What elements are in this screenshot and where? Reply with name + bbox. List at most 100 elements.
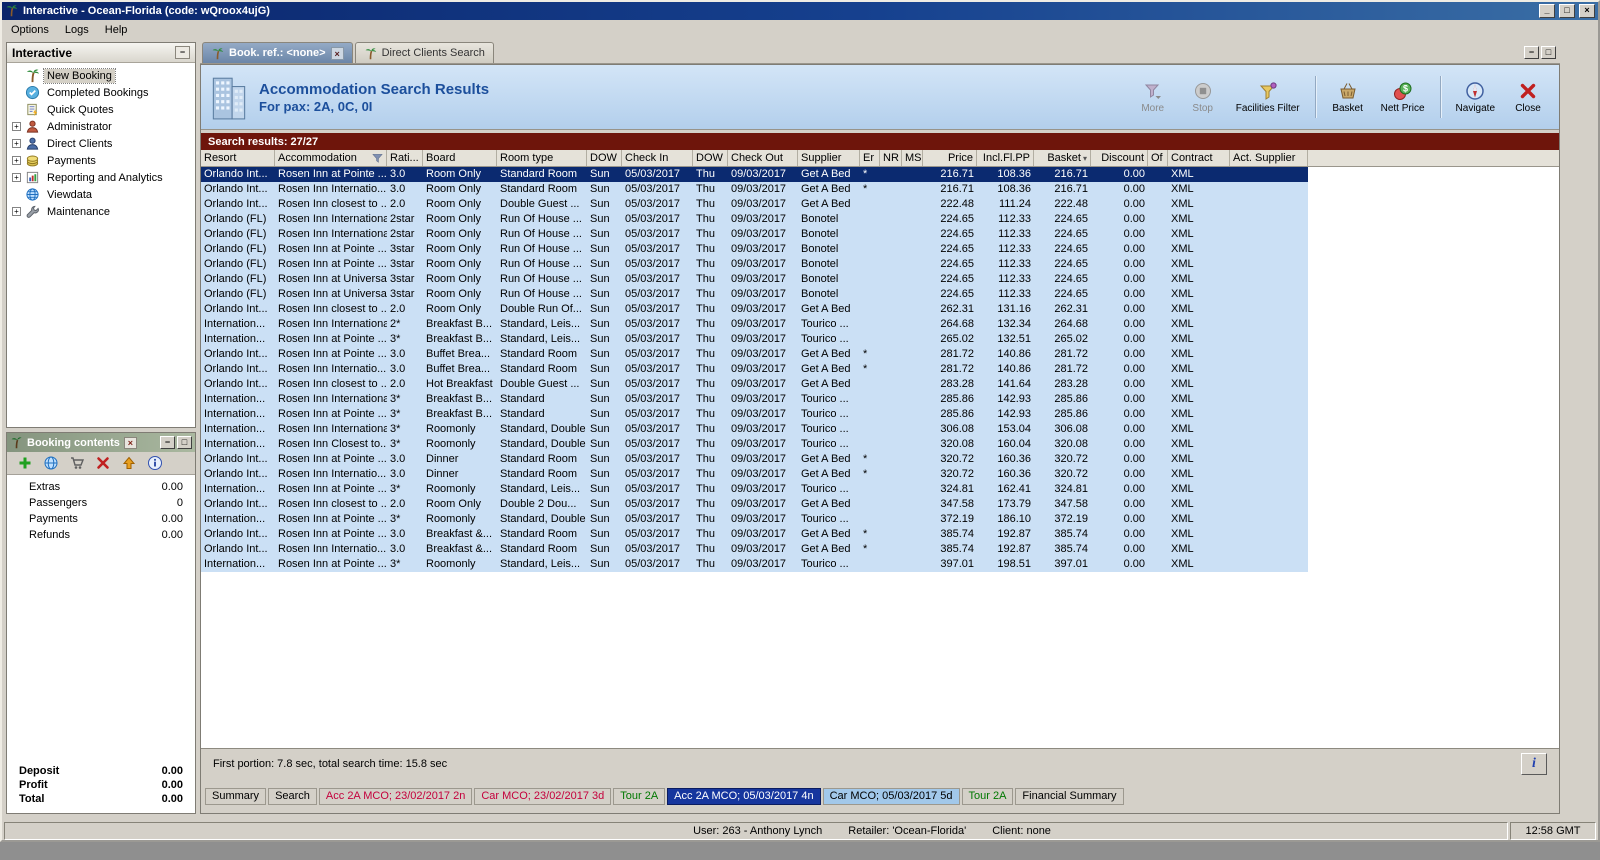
table-row[interactable]: Internation... Rosen Inn at Pointe ... 3* R… (201, 557, 1308, 572)
navigate-button[interactable]: Navigate (1452, 79, 1499, 116)
sidebar-item-reporting-and-analytics[interactable]: + Reporting and Analytics (7, 169, 195, 186)
menu-help[interactable]: Help (97, 21, 136, 39)
sidebar-item-direct-clients[interactable]: + Direct Clients (7, 135, 195, 152)
column-header-dow[interactable]: DOW (587, 150, 622, 166)
column-header-check-in[interactable]: Check In (622, 150, 693, 166)
add-icon[interactable] (17, 455, 33, 471)
table-row[interactable]: Orlando (FL) Rosen Inn at Pointe ... 3star… (201, 242, 1308, 257)
table-row[interactable]: Internation... Rosen Inn at Pointe ... 3* B… (201, 407, 1308, 422)
facilities-filter-button[interactable]: Facilities Filter (1232, 79, 1304, 116)
table-row[interactable]: Orlando Int... Rosen Inn closest to ... 2.… (201, 197, 1308, 212)
column-header-of[interactable]: Of (1148, 150, 1168, 166)
column-header-board[interactable]: Board (423, 150, 497, 166)
interactive-panel-header: Interactive − (7, 43, 195, 63)
close-button[interactable]: Close (1507, 79, 1549, 116)
world-icon[interactable] (43, 455, 59, 471)
column-header-act-supplier[interactable]: Act. Supplier (1230, 150, 1308, 166)
table-row[interactable]: Orlando (FL) Rosen Inn at Universal 3star R… (201, 287, 1308, 302)
small-info-icon[interactable] (147, 455, 163, 471)
collapse-panel-icon[interactable]: − (175, 46, 190, 59)
table-row[interactable]: Orlando Int... Rosen Inn Internatio... 3.0… (201, 467, 1308, 482)
column-header-resort[interactable]: Resort (201, 150, 275, 166)
table-row[interactable]: Internation... Rosen Inn at Pointe ... 3* B… (201, 332, 1308, 347)
column-header-contract[interactable]: Contract (1168, 150, 1230, 166)
table-row[interactable]: Orlando Int... Rosen Inn at Pointe ... 3.0… (201, 167, 1308, 182)
table-row[interactable]: Internation... Rosen Inn at Pointe ... 3* R… (201, 482, 1308, 497)
results-bar: Search results: 27/27 (201, 133, 1559, 150)
column-header-supplier[interactable]: Supplier (798, 150, 860, 166)
table-row[interactable]: Orlando Int... Rosen Inn at Pointe ... 3.0… (201, 347, 1308, 362)
column-header-room-type[interactable]: Room type (497, 150, 587, 166)
expand-icon[interactable]: + (12, 156, 21, 165)
table-row[interactable]: Orlando Int... Rosen Inn closest to ... 2.… (201, 497, 1308, 512)
sidebar-item-quick-quotes[interactable]: Quick Quotes (7, 101, 195, 118)
column-header-price[interactable]: Price (923, 150, 977, 166)
tab-book-ref-none[interactable]: Book. ref.: <none> × (202, 42, 353, 63)
close-booking-panel-icon[interactable]: × (123, 436, 137, 449)
subtab-car-mco-05-03-2017-5d[interactable]: Car MCO; 05/03/2017 5d (822, 788, 960, 805)
delete-icon[interactable] (95, 455, 111, 471)
column-header-er[interactable]: Er (860, 150, 880, 166)
column-header-ms[interactable]: MS (902, 150, 923, 166)
expand-icon[interactable]: + (12, 139, 21, 148)
table-row[interactable]: Orlando Int... Rosen Inn Internatio... 3.0… (201, 542, 1308, 557)
nett-price-button[interactable]: $ Nett Price (1377, 79, 1429, 116)
maximize-icon[interactable]: □ (1559, 4, 1575, 18)
sidebar-item-completed-bookings[interactable]: Completed Bookings (7, 84, 195, 101)
table-row[interactable]: Orlando (FL) Rosen Inn at Pointe ... 3star… (201, 257, 1308, 272)
basket-small-icon[interactable] (69, 455, 85, 471)
column-header-rati[interactable]: Rati... (387, 150, 423, 166)
menu-options[interactable]: Options (3, 21, 57, 39)
mdi-restore-icon[interactable]: □ (1541, 46, 1556, 59)
table-row[interactable]: Orlando (FL) Rosen Inn International 2star… (201, 227, 1308, 242)
expand-icon[interactable]: + (12, 122, 21, 131)
table-row[interactable]: Internation... Rosen Inn International 2* B… (201, 317, 1308, 332)
subtab-acc-2a-mco-05-03-2017-4n[interactable]: Acc 2A MCO; 05/03/2017 4n (667, 788, 821, 805)
table-row[interactable]: Orlando (FL) Rosen Inn International 2star… (201, 212, 1308, 227)
sidebar-item-maintenance[interactable]: + Maintenance (7, 203, 195, 220)
sidebar-item-payments[interactable]: + Payments (7, 152, 195, 169)
close-tab-icon[interactable]: × (330, 46, 344, 60)
subtab-car-mco-23-02-2017-3d[interactable]: Car MCO; 23/02/2017 3d (474, 788, 612, 805)
sidebar-item-viewdata[interactable]: Viewdata (7, 186, 195, 203)
subtab-summary[interactable]: Summary (205, 788, 267, 805)
column-header-discount[interactable]: Discount (1091, 150, 1148, 166)
filter-icon[interactable] (372, 153, 383, 164)
table-row[interactable]: Internation... Rosen Inn International 3* R… (201, 422, 1308, 437)
sidebar-item-new-booking[interactable]: New Booking (7, 67, 195, 84)
table-row[interactable]: Internation... Rosen Inn Closest to... 3* R… (201, 437, 1308, 452)
upload-icon[interactable] (121, 455, 137, 471)
table-row[interactable]: Internation... Rosen Inn International 3* B… (201, 392, 1308, 407)
table-row[interactable]: Orlando Int... Rosen Inn at Pointe ... 3.0… (201, 452, 1308, 467)
table-row[interactable]: Orlando Int... Rosen Inn closest to ... 2.… (201, 377, 1308, 392)
expand-icon[interactable]: + (12, 173, 21, 182)
expand-icon[interactable]: + (12, 207, 21, 216)
info-icon[interactable]: i (1521, 753, 1547, 775)
subtab-acc-2a-mco-23-02-2017-2n[interactable]: Acc 2A MCO; 23/02/2017 2n (318, 788, 473, 805)
column-header-dow[interactable]: DOW (693, 150, 728, 166)
basket-button[interactable]: Basket (1327, 79, 1369, 116)
close-icon[interactable]: × (1579, 4, 1595, 18)
column-header-incl-fl-pp[interactable]: Incl.Fl.PP (977, 150, 1034, 166)
minimize-icon[interactable]: _ (1539, 4, 1555, 18)
table-row[interactable]: Orlando Int... Rosen Inn at Pointe ... 3.0… (201, 527, 1308, 542)
column-header-accommodation[interactable]: Accommodation (275, 150, 387, 166)
sidebar-item-administrator[interactable]: + Administrator (7, 118, 195, 135)
column-header-check-out[interactable]: Check Out (728, 150, 798, 166)
tab-direct-clients-search[interactable]: Direct Clients Search (354, 42, 494, 63)
menu-logs[interactable]: Logs (57, 21, 97, 39)
table-row[interactable]: Internation... Rosen Inn at Pointe ... 3* R… (201, 512, 1308, 527)
table-row[interactable]: Orlando Int... Rosen Inn Internatio... 3.0… (201, 362, 1308, 377)
table-row[interactable]: Orlando Int... Rosen Inn closest to ... 2.… (201, 302, 1308, 317)
subtab-tour-2a[interactable]: Tour 2A (613, 788, 666, 805)
column-header-nr[interactable]: NR (880, 150, 902, 166)
panel-minimize-icon[interactable]: − (160, 436, 175, 449)
panel-restore-icon[interactable]: □ (177, 436, 192, 449)
subtab-search[interactable]: Search (268, 788, 317, 805)
table-row[interactable]: Orlando (FL) Rosen Inn at Universal 3star R… (201, 272, 1308, 287)
table-row[interactable]: Orlando Int... Rosen Inn Internatio... 3.0… (201, 182, 1308, 197)
mdi-minimize-icon[interactable]: − (1524, 46, 1539, 59)
subtab-tour-2a[interactable]: Tour 2A (961, 788, 1014, 805)
column-header-basket[interactable]: Basket ▾ (1034, 150, 1091, 166)
subtab-financial-summary[interactable]: Financial Summary (1015, 788, 1124, 805)
